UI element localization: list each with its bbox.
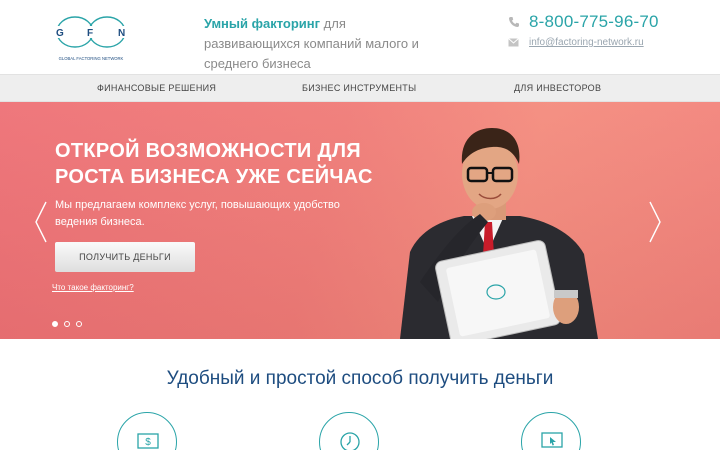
phone-prefix: 8-800-	[529, 12, 580, 31]
svg-text:G: G	[56, 28, 64, 39]
clock-icon	[340, 432, 360, 450]
svg-text:F: F	[87, 28, 93, 39]
hero-title: ОТКРОЙ ВОЗМОЖНОСТИ ДЛЯ РОСТА БИЗНЕСА УЖЕ…	[55, 138, 385, 190]
phone-main: 775-96-70	[579, 12, 659, 31]
hero-title-line1: ОТКРОЙ ВОЗМОЖНОСТИ ДЛЯ	[55, 140, 361, 162]
click-icon	[541, 432, 563, 448]
hero-title-line2: РОСТА БИЗНЕСА УЖЕ СЕЙЧАС	[55, 166, 373, 188]
slider-next-arrow-icon[interactable]	[648, 200, 662, 244]
hero-man-with-tablet-image	[400, 128, 598, 339]
money-icon: $	[137, 433, 159, 449]
email-block[interactable]: info@factoring-network.ru	[508, 37, 644, 48]
feature-click	[521, 412, 581, 450]
svg-text:N: N	[118, 28, 125, 39]
get-money-button[interactable]: ПОЛУЧИТЬ ДЕНЬГИ	[55, 242, 195, 272]
feature-money: $	[117, 412, 177, 450]
tagline: Умный факторинг для развивающихся компан…	[204, 14, 444, 74]
slider-dot[interactable]	[52, 321, 58, 327]
hero-slider: ОТКРОЙ ВОЗМОЖНОСТИ ДЛЯ РОСТА БИЗНЕСА УЖЕ…	[0, 102, 720, 339]
mail-icon	[508, 38, 519, 47]
hero-subtitle: Мы предлагаем комплекс услуг, повышающих…	[55, 199, 340, 228]
main-nav: ФИНАНСОВЫЕ РЕШЕНИЯ БИЗНЕС ИНСТРУМЕНТЫ ДЛ…	[0, 74, 720, 102]
logo[interactable]: G F N GLOBAL FACTORING NETWORK	[50, 10, 132, 64]
slider-dots	[52, 321, 82, 327]
feature-clock	[319, 412, 379, 450]
nav-item-business-tools[interactable]: БИЗНЕС ИНСТРУМЕНТЫ	[302, 75, 416, 103]
slider-prev-arrow-icon[interactable]	[34, 200, 48, 244]
nav-item-investors[interactable]: ДЛЯ ИНВЕСТОРОВ	[514, 75, 601, 103]
tagline-bold: Умный факторинг	[204, 16, 321, 31]
slider-dot[interactable]	[76, 321, 82, 327]
email-link[interactable]: info@factoring-network.ru	[529, 37, 644, 48]
svg-text:GLOBAL FACTORING NETWORK: GLOBAL FACTORING NETWORK	[59, 56, 124, 61]
phone-icon	[509, 17, 519, 27]
section-title: Удобный и простой способ получить деньги	[166, 368, 554, 389]
phone-number[interactable]: 8-800-775-96-70	[529, 12, 659, 32]
slider-dot[interactable]	[64, 321, 70, 327]
nav-item-financial-solutions[interactable]: ФИНАНСОВЫЕ РЕШЕНИЯ	[97, 75, 216, 103]
svg-text:$: $	[145, 437, 151, 448]
what-is-factoring-link[interactable]: Что такое факторинг?	[52, 283, 134, 292]
site-header: G F N GLOBAL FACTORING NETWORK Умный фак…	[0, 0, 720, 74]
phone-block[interactable]: 8-800-775-96-70	[508, 12, 659, 32]
